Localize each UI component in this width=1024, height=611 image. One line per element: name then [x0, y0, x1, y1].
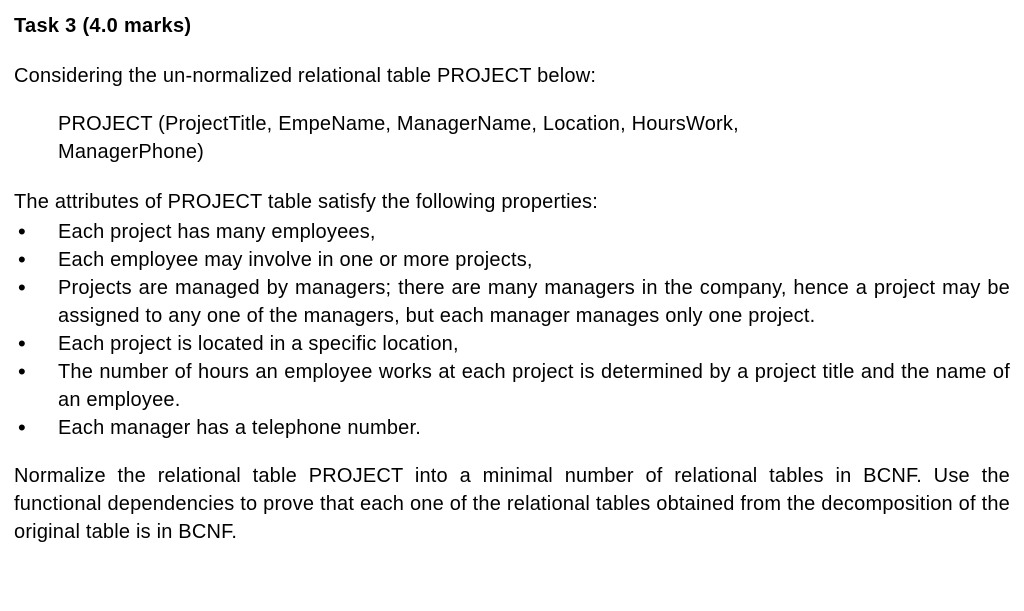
list-item: Projects are managed by managers; there …	[14, 274, 1010, 330]
list-item: Each project has many employees,	[14, 218, 1010, 246]
schema-line-1: PROJECT (ProjectTitle, EmpeName, Manager…	[58, 110, 1010, 138]
task-heading: Task 3 (4.0 marks)	[14, 12, 1010, 40]
intro-text: Considering the un-normalized relational…	[14, 62, 1010, 90]
list-item: Each project is located in a specific lo…	[14, 330, 1010, 358]
final-paragraph: Normalize the relational table PROJECT i…	[14, 462, 1010, 546]
schema-line-2: ManagerPhone)	[58, 138, 1010, 166]
list-item: The number of hours an employee works at…	[14, 358, 1010, 414]
schema-block: PROJECT (ProjectTitle, EmpeName, Manager…	[14, 110, 1010, 166]
properties-list: Each project has many employees, Each em…	[14, 218, 1010, 442]
properties-intro: The attributes of PROJECT table satisfy …	[14, 188, 1010, 216]
list-item: Each manager has a telephone number.	[14, 414, 1010, 442]
list-item: Each employee may involve in one or more…	[14, 246, 1010, 274]
